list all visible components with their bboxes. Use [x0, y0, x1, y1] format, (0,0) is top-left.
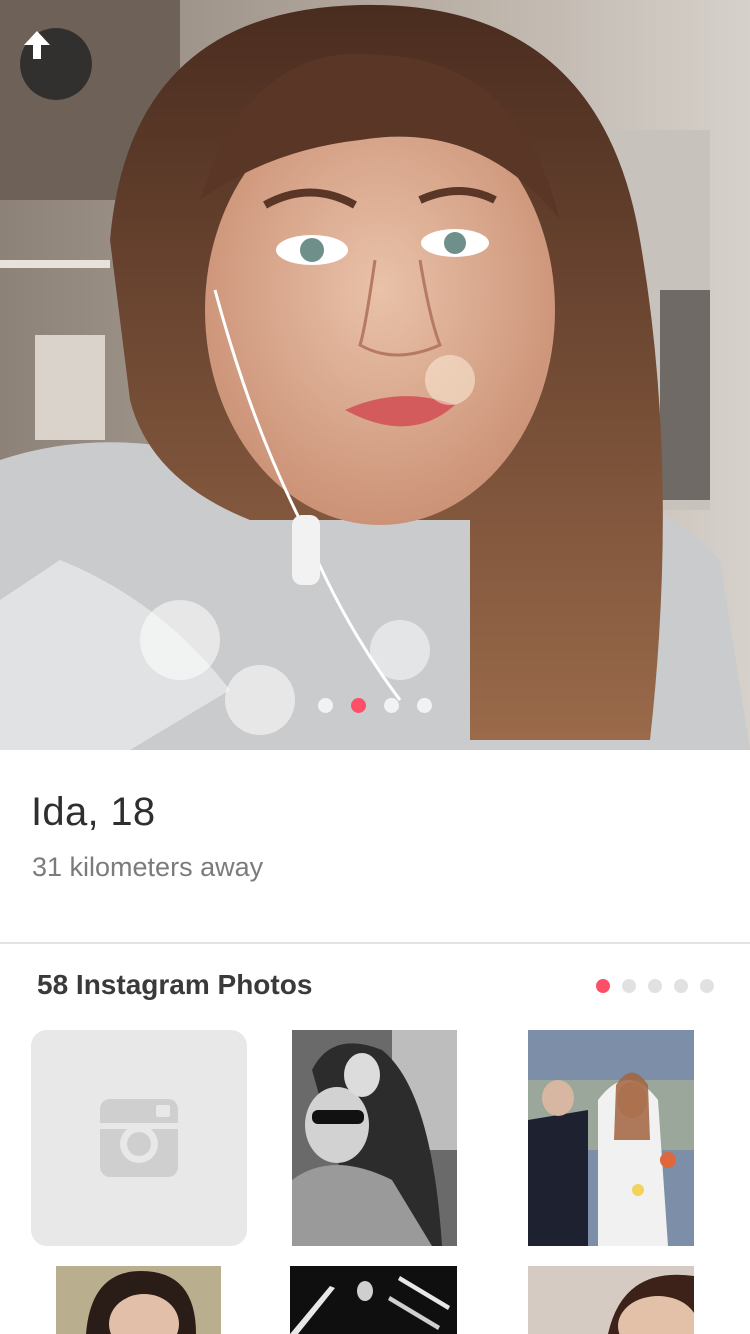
photo-pagination[interactable]: [0, 698, 750, 713]
instagram-page-dot[interactable]: [700, 979, 714, 993]
section-divider: [0, 942, 750, 944]
instagram-icon: [100, 1099, 178, 1177]
instagram-photo[interactable]: [528, 1030, 694, 1246]
instagram-title: 58 Instagram Photos: [37, 969, 313, 1000]
instagram-photo-image: [56, 1266, 221, 1334]
instagram-photo[interactable]: [292, 1030, 457, 1246]
profile-distance: 31 kilometers away: [32, 852, 264, 882]
instagram-photo-image: [528, 1030, 694, 1246]
instagram-photo-image: [528, 1266, 694, 1334]
instagram-page-dot[interactable]: [622, 979, 636, 993]
profile-name-age: Ida, 18: [31, 790, 156, 834]
instagram-photo-image: [292, 1030, 457, 1246]
instagram-placeholder-tile[interactable]: [31, 1030, 247, 1246]
instagram-page-dot[interactable]: [674, 979, 688, 993]
profile-photo-image: [0, 0, 750, 750]
instagram-photo-image: [290, 1266, 457, 1334]
back-button[interactable]: [20, 28, 92, 100]
photo-dot[interactable]: [384, 698, 399, 713]
photo-dot[interactable]: [417, 698, 432, 713]
instagram-photo[interactable]: [56, 1266, 221, 1334]
profile-photo[interactable]: [0, 0, 750, 750]
photo-dot[interactable]: [318, 698, 333, 713]
arrow-up-icon: [24, 31, 50, 59]
profile-info: Ida, 18 31 kilometers away: [0, 750, 750, 943]
instagram-photo[interactable]: [528, 1266, 694, 1334]
photo-dot-active[interactable]: [351, 698, 366, 713]
instagram-page-dot-active[interactable]: [596, 979, 610, 993]
instagram-page-dot[interactable]: [648, 979, 662, 993]
instagram-pagination[interactable]: [596, 979, 714, 993]
instagram-photo[interactable]: [290, 1266, 457, 1334]
